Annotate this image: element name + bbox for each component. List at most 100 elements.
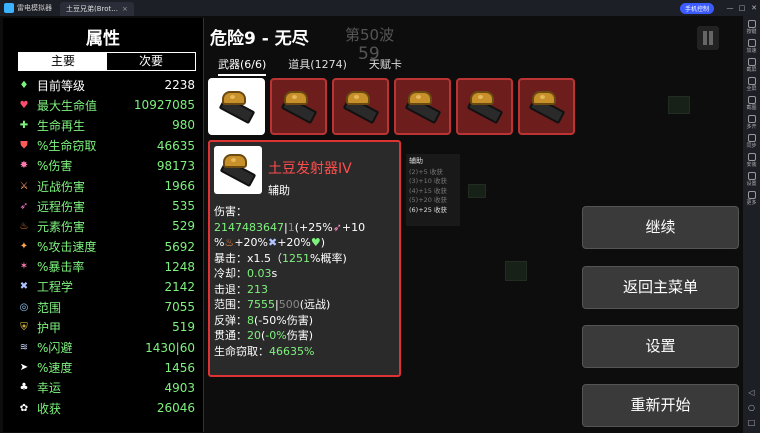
keymap-icon — [747, 20, 756, 28]
stat-value: 519 — [172, 320, 195, 335]
stat-label: 幸运 — [37, 381, 62, 396]
set-bonus-line: (4)+15 收获 — [409, 186, 447, 195]
stat-label: 收获 — [37, 401, 62, 416]
weapon-slot[interactable] — [270, 78, 327, 135]
tab-talent-cards[interactable]: 天赋卡 — [369, 56, 402, 76]
engineering-scaling-icon: ✖ — [268, 236, 278, 249]
maximize-button[interactable]: □ — [736, 4, 748, 12]
stat-value: 26046 — [156, 401, 195, 416]
weapon-slot[interactable] — [456, 78, 513, 135]
screenshot-icon — [747, 96, 756, 104]
capture-icon — [747, 58, 756, 66]
weapon-name: 土豆发射器IV — [268, 161, 352, 177]
emulator-toolbar: 按键 加速 截屏 全屏 截图 多开 同步 安装 设置 更多 ◁ ○ □ — [743, 16, 760, 433]
weapon-slot[interactable] — [394, 78, 451, 135]
inventory-tabs: 武器(6/6) 道具(1274) 天赋卡 — [218, 56, 424, 76]
home-nav-icon[interactable]: ○ — [748, 403, 755, 412]
toolbar-item-keys[interactable]: 按键 — [745, 20, 759, 35]
stat-value: 2238 — [164, 78, 195, 93]
stat-row[interactable]: ♣ 幸运 4903 — [3, 378, 203, 398]
continue-button[interactable]: 继续 — [582, 206, 739, 249]
weapon-slot[interactable] — [332, 78, 389, 135]
potato-launcher-icon — [216, 89, 258, 125]
back-nav-icon[interactable]: ◁ — [748, 388, 754, 397]
stat-range: 范围：7555|500(远战) — [214, 298, 331, 311]
background-crate-icon — [468, 184, 486, 198]
dodge-icon: ≋ — [19, 342, 29, 354]
stat-row[interactable]: ➤ %速度 1456 — [3, 358, 203, 378]
tab-primary[interactable]: 主要 — [19, 53, 107, 70]
stat-row[interactable]: ✸ %伤害 98173 — [3, 156, 203, 176]
ranged-icon: ➶ — [19, 200, 29, 212]
stat-lifesteal: 生命窃取：46635% — [214, 344, 315, 358]
recents-nav-icon[interactable]: □ — [748, 418, 756, 427]
weapon-slot[interactable] — [208, 78, 265, 135]
toolbar-item-multi[interactable]: 多开 — [745, 115, 759, 130]
tab-secondary[interactable]: 次要 — [107, 53, 195, 70]
stat-row[interactable]: ◎ 范围 7055 — [3, 297, 203, 317]
stat-label: 生命再生 — [37, 118, 86, 133]
attack-speed-icon: ✦ — [19, 241, 29, 253]
settings-button[interactable]: 设置 — [582, 325, 739, 368]
weapon-detail-card: 土豆发射器IV 辅助 伤害：2147483647|1(+25%➶+10 %♨+2… — [208, 140, 401, 377]
phone-control-button[interactable]: 手机控制 — [679, 2, 714, 14]
stat-row[interactable]: ≋ %闪避 1430|60 — [3, 337, 203, 357]
stat-label: 最大生命值 — [37, 98, 98, 113]
stat-value: 2142 — [164, 279, 195, 294]
set-bonus-line: (5)+20 收获 — [409, 196, 447, 204]
toolbar-item-speed[interactable]: 加速 — [745, 39, 759, 54]
stat-row[interactable]: ♨ 元素伤害 529 — [3, 216, 203, 236]
stat-row[interactable]: ♦ 目前等级 2238 — [3, 75, 203, 95]
pause-icon[interactable] — [697, 26, 719, 50]
stat-value: 1966 — [164, 179, 195, 194]
elemental-icon: ♨ — [19, 220, 29, 232]
potato-launcher-icon — [217, 152, 259, 188]
stat-row[interactable]: ✖ 工程学 2142 — [3, 277, 203, 297]
stat-label: 护甲 — [37, 320, 62, 335]
restart-button[interactable]: 重新开始 — [582, 384, 739, 427]
stat-row[interactable]: ✦ %攻击速度 5692 — [3, 237, 203, 257]
toolbar-item-install[interactable]: 安装 — [745, 153, 759, 168]
toolbar-item-settings[interactable]: 设置 — [745, 172, 759, 187]
tab-close-icon[interactable]: × — [122, 5, 128, 13]
speed-icon: ➤ — [19, 362, 29, 374]
stat-row[interactable]: ✚ 生命再生 980 — [3, 115, 203, 135]
engineering-icon: ✖ — [19, 281, 29, 293]
harvesting-icon: ✿ — [19, 402, 29, 414]
toolbar-item-sync[interactable]: 同步 — [745, 134, 759, 149]
heart-icon: ♥ — [19, 99, 29, 111]
stat-label: %伤害 — [37, 159, 73, 174]
game-screen: 属性 主要 次要 ♦ 目前等级 2238 ♥ 最大生命值 10927085 ✚ 生命再生 980… — [0, 16, 743, 433]
attributes-panel: 属性 主要 次要 ♦ 目前等级 2238 ♥ 最大生命值 10927085 ✚ 生命再生 980… — [3, 18, 204, 432]
stat-row[interactable]: ✶ %暴击率 1248 — [3, 257, 203, 277]
stat-row[interactable]: ✿ 收获 26046 — [3, 398, 203, 418]
stat-row[interactable]: ♥ 最大生命值 10927085 — [3, 95, 203, 115]
stat-label: 范围 — [37, 300, 62, 315]
luck-icon: ♣ — [19, 382, 29, 394]
main-menu-button[interactable]: 返回主菜单 — [582, 266, 739, 309]
stat-row[interactable]: ⛨ 护甲 519 — [3, 317, 203, 337]
emulator-titlebar: 雷电模拟器 土豆兄弟(Brot... × 手机控制 — □ ✕ — [0, 0, 760, 16]
harvesting-scaling-icon: ♥ — [310, 236, 321, 249]
tab-items[interactable]: 道具(1274) — [288, 56, 347, 76]
stat-label: %攻击速度 — [37, 240, 97, 255]
stat-row[interactable]: ➶ 远程伤害 535 — [3, 196, 203, 216]
stat-row[interactable]: ⛊ %生命窃取 46635 — [3, 136, 203, 156]
stat-row[interactable]: ⚔ 近战伤害 1966 — [3, 176, 203, 196]
weapon-slot[interactable] — [518, 78, 575, 135]
damage-icon: ✸ — [19, 160, 29, 172]
close-window-button[interactable]: ✕ — [748, 4, 760, 12]
toolbar-item-capture[interactable]: 截屏 — [745, 58, 759, 73]
tab-weapons[interactable]: 武器(6/6) — [218, 56, 267, 76]
weapon-detail-icon — [214, 146, 262, 194]
minimize-button[interactable]: — — [724, 4, 736, 12]
range-icon: ◎ — [19, 301, 29, 313]
toolbar-item-fullscreen[interactable]: 全屏 — [745, 77, 759, 92]
set-bonus-line: (2)+5 收获 — [409, 167, 443, 176]
set-bonus-line: (6)+25 收获 — [409, 205, 447, 214]
toolbar-item-screenshot[interactable]: 截图 — [745, 96, 759, 111]
set-bonus-tooltip: 辅助 (2)+5 收获 (3)+10 收获 (4)+15 收获 (5)+20 收获 (6… — [406, 154, 460, 226]
emulator-tab[interactable]: 土豆兄弟(Brot... × — [60, 2, 134, 16]
emulator-logo-icon — [4, 3, 14, 13]
toolbar-item-more[interactable]: 更多 — [745, 191, 759, 206]
